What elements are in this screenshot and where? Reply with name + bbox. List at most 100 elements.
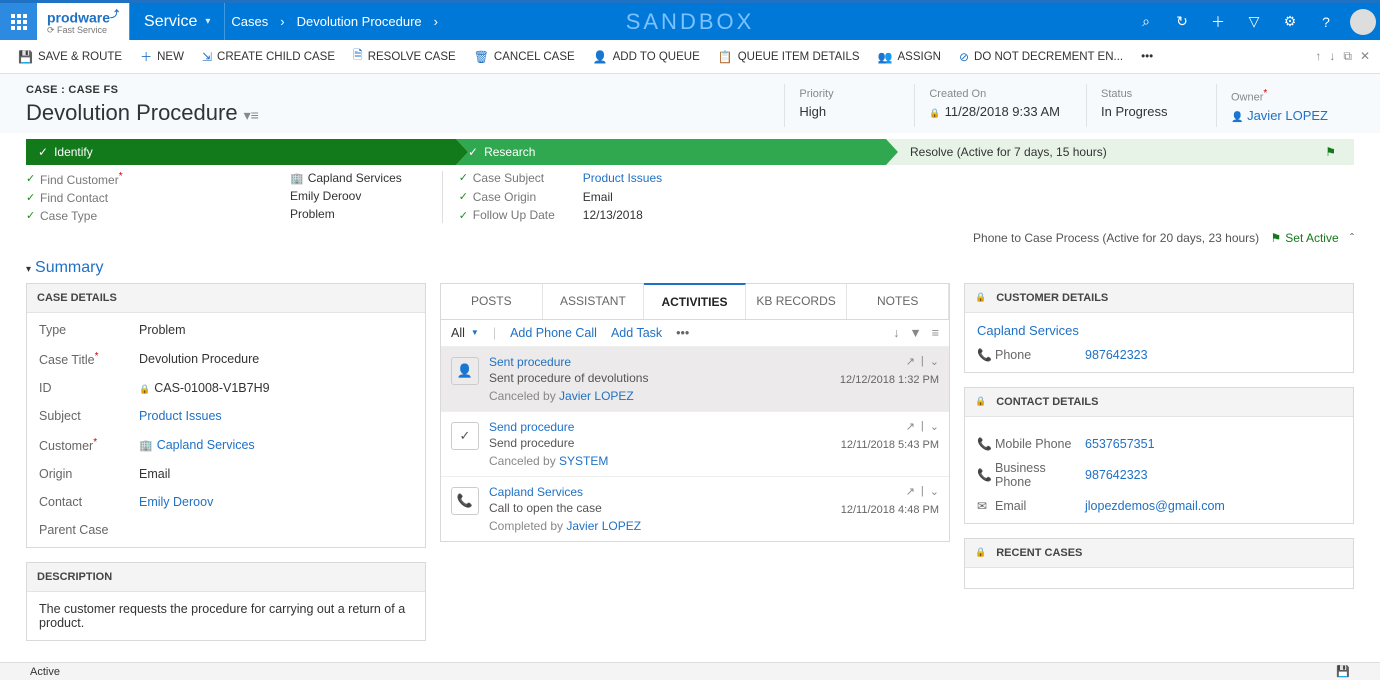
expand-icon[interactable]: ⌄ (930, 485, 939, 498)
business-phone-value[interactable]: 987642323 (1085, 468, 1341, 482)
phone-value[interactable]: 987642323 (1085, 348, 1341, 362)
check-icon: ✓ (26, 172, 40, 185)
customer-name-link[interactable]: Capland Services (977, 323, 1341, 338)
owner-value[interactable]: 👤 Javier LOPEZ (1231, 108, 1328, 123)
popout-icon[interactable]: ↗ (906, 355, 915, 368)
stage-research[interactable]: ✓Research (456, 139, 886, 165)
chevron-right-icon: › (274, 14, 290, 29)
activity-subtitle: Call to open the case (489, 501, 831, 515)
do-not-decrement-button[interactable]: ⊘DO NOT DECREMENT EN... (951, 43, 1131, 71)
case-title-value[interactable]: Devolution Procedure (139, 352, 413, 366)
stage-resolve[interactable]: Resolve (Active for 7 days, 15 hours)⚑ (886, 139, 1354, 165)
email-value[interactable]: jlopezdemos@gmail.com (1085, 499, 1341, 513)
activity-item[interactable]: ✓Send procedureSend procedureCanceled by… (441, 411, 949, 476)
search-icon[interactable]: ⌕ (1128, 3, 1164, 40)
nav-down-icon[interactable]: ↓ (1329, 49, 1335, 64)
stage-identify[interactable]: ✓Identify (26, 139, 456, 165)
case-origin-value[interactable]: Email (583, 190, 733, 204)
more-commands-button[interactable]: ••• (1133, 43, 1161, 71)
status-value[interactable]: In Progress (1101, 104, 1190, 119)
breadcrumb-cases[interactable]: Cases (225, 14, 274, 29)
popout-icon[interactable]: ↗ (906, 485, 915, 498)
popout-icon[interactable]: ↗ (906, 420, 915, 433)
set-active-button[interactable]: ⚑Set Active (1271, 231, 1339, 245)
assign-button[interactable]: 👥ASSIGN (870, 43, 949, 71)
sort-icon[interactable]: ↓ (893, 326, 899, 340)
resolve-case-button[interactable]: 🗎RESOLVE CASE (345, 43, 464, 71)
activity-actor-link[interactable]: Javier LOPEZ (566, 519, 641, 533)
avatar[interactable] (1350, 9, 1376, 35)
save-icon[interactable]: 💾 (1336, 665, 1350, 678)
activity-subtitle: Sent procedure of devolutions (489, 371, 830, 385)
add-phone-call-button[interactable]: Add Phone Call (510, 326, 597, 340)
contact-value[interactable]: Emily Deroov (139, 495, 413, 509)
type-value[interactable]: Problem (139, 323, 413, 337)
case-details-header: CASE DETAILS (27, 284, 425, 313)
gear-icon[interactable]: ⚙ (1272, 3, 1308, 40)
case-type-value[interactable]: Problem (290, 207, 402, 221)
customer-value[interactable]: 🏢Capland Services (139, 438, 413, 452)
activity-actor-link[interactable]: Javier LOPEZ (559, 389, 634, 403)
new-button[interactable]: ＋NEW (132, 43, 192, 71)
subject-value[interactable]: Product Issues (139, 409, 413, 423)
add-icon[interactable]: ＋ (1200, 3, 1236, 40)
process-summary-bar: Phone to Case Process (Active for 20 day… (26, 231, 1354, 245)
activity-item[interactable]: 👤Sent procedureSent procedure of devolut… (441, 346, 949, 411)
find-customer-value[interactable]: 🏢Capland Services (290, 171, 402, 185)
tab-activities[interactable]: ACTIVITIES (644, 283, 746, 319)
case-subject-value[interactable]: Product Issues (583, 171, 733, 185)
activity-actor-link[interactable]: SYSTEM (559, 454, 608, 468)
recent-icon[interactable]: ↻ (1164, 3, 1200, 40)
description-text[interactable]: The customer requests the procedure for … (39, 602, 413, 630)
case-subject-label: Case Subject (473, 171, 583, 185)
help-icon[interactable]: ? (1308, 3, 1344, 40)
filter-icon[interactable]: ▽ (1236, 3, 1272, 40)
case-origin-label: Case Origin (473, 190, 583, 204)
summary-section-header[interactable]: Summary (26, 259, 1354, 277)
chevron-down-icon[interactable]: ▼ (471, 328, 479, 337)
more-activities-button[interactable]: ••• (676, 326, 689, 340)
record-header: CASE : CASE FS Devolution Procedure▾≡ Pr… (0, 74, 1380, 133)
save-route-button[interactable]: 💾SAVE & ROUTE (10, 43, 130, 71)
add-to-queue-button[interactable]: 👤ADD TO QUEUE (585, 43, 708, 71)
close-icon[interactable]: ✕ (1360, 49, 1370, 64)
tab-kb-records[interactable]: KB RECORDS (746, 284, 848, 319)
mobile-value[interactable]: 6537657351 (1085, 437, 1341, 451)
expand-icon[interactable]: ⌄ (930, 420, 939, 433)
contact-details-header: 🔒CONTACT DETAILS (965, 388, 1353, 417)
queue-item-details-button[interactable]: 📋QUEUE ITEM DETAILS (710, 43, 868, 71)
activity-item[interactable]: 📞Capland ServicesCall to open the caseCo… (441, 476, 949, 541)
nav-up-icon[interactable]: ↑ (1315, 49, 1321, 64)
phone-label: Phone (995, 348, 1085, 362)
breadcrumb-current[interactable]: Devolution Procedure (291, 14, 428, 29)
description-header: DESCRIPTION (27, 563, 425, 592)
follow-up-value[interactable]: 12/13/2018 (583, 208, 733, 222)
lock-icon: 🔒 (139, 384, 150, 394)
app-launcher-button[interactable] (0, 3, 37, 40)
activity-title[interactable]: Send procedure (489, 420, 831, 434)
add-task-button[interactable]: Add Task (611, 326, 662, 340)
tab-posts[interactable]: POSTS (441, 284, 543, 319)
filter-all[interactable]: All (451, 326, 465, 340)
filter-icon[interactable]: ▼ (909, 326, 921, 340)
record-status: Active (30, 666, 60, 678)
expand-icon[interactable]: ⌄ (930, 355, 939, 368)
activity-title[interactable]: Sent procedure (489, 355, 830, 369)
tab-notes[interactable]: NOTES (847, 284, 949, 319)
list-icon[interactable]: ≡ (932, 326, 939, 340)
flag-icon: ⚑ (1271, 231, 1282, 245)
priority-value[interactable]: High (799, 104, 888, 119)
business-phone-label: Business Phone (995, 461, 1085, 489)
activity-title[interactable]: Capland Services (489, 485, 831, 499)
collapse-process-icon[interactable]: ˆ (1350, 231, 1354, 245)
find-contact-value[interactable]: Emily Deroov (290, 189, 402, 203)
cancel-case-button[interactable]: 🗑CANCEL CASE (466, 43, 583, 71)
case-type-label: Case Type (40, 209, 130, 223)
nav-service[interactable]: Service▾ (129, 3, 225, 40)
activity-meta: Canceled by Javier LOPEZ (489, 389, 830, 403)
divider-icon: | (921, 485, 924, 498)
origin-value[interactable]: Email (139, 467, 413, 481)
tab-assistant[interactable]: ASSISTANT (543, 284, 645, 319)
popout-icon[interactable]: ⧉ (1343, 49, 1352, 64)
create-child-case-button[interactable]: ⇲CREATE CHILD CASE (194, 43, 343, 71)
